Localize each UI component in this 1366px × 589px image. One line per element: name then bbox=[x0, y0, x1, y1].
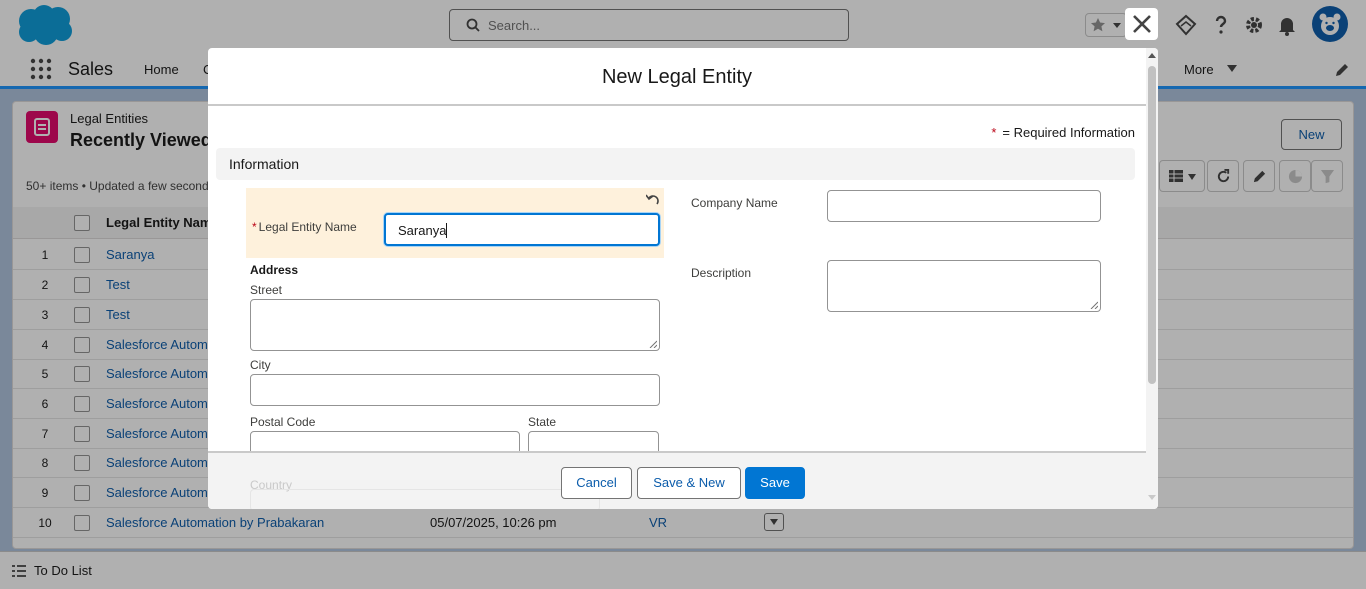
undo-icon[interactable] bbox=[646, 192, 660, 206]
postal-code-label: Postal Code bbox=[250, 415, 316, 429]
scrollbar-thumb[interactable] bbox=[1148, 66, 1156, 384]
resize-grip-icon[interactable] bbox=[649, 340, 657, 348]
description-label: Description bbox=[691, 266, 752, 280]
country-input bbox=[250, 489, 600, 509]
close-icon bbox=[1133, 15, 1151, 33]
modal-scrollbar[interactable] bbox=[1146, 48, 1158, 509]
scroll-up-arrow-icon[interactable] bbox=[1148, 52, 1156, 60]
cancel-button[interactable]: Cancel bbox=[561, 467, 632, 499]
save-and-new-button[interactable]: Save & New bbox=[637, 467, 741, 499]
legal-entity-name-label: * Legal Entity Name bbox=[252, 220, 357, 234]
company-name-label: Company Name bbox=[691, 196, 778, 210]
new-legal-entity-modal: New Legal Entity * = Required Information… bbox=[208, 48, 1158, 509]
state-label: State bbox=[528, 415, 557, 429]
street-label: Street bbox=[250, 283, 283, 297]
resize-grip-icon[interactable] bbox=[1090, 301, 1098, 309]
close-modal-button[interactable] bbox=[1125, 8, 1158, 40]
legal-entity-name-field: * Legal Entity Name Saranya bbox=[246, 188, 664, 258]
address-group-title: Address bbox=[250, 263, 299, 277]
required-star: * bbox=[991, 125, 997, 140]
legal-entity-name-value: Saranya bbox=[398, 223, 448, 238]
city-label: City bbox=[250, 358, 271, 372]
section-information[interactable]: Information bbox=[216, 148, 1135, 180]
modal-header: New Legal Entity bbox=[208, 48, 1146, 106]
required-information-text: = Required Information bbox=[1002, 125, 1135, 140]
text-caret bbox=[446, 223, 448, 238]
save-button[interactable]: Save bbox=[745, 467, 805, 499]
city-input[interactable] bbox=[250, 374, 660, 406]
required-information-note: * = Required Information bbox=[991, 125, 1135, 140]
modal-footer: Country Cancel Save & New Save bbox=[208, 451, 1146, 509]
modal-title: New Legal Entity bbox=[601, 66, 753, 88]
scroll-down-arrow-icon[interactable] bbox=[1148, 493, 1156, 501]
street-textarea[interactable] bbox=[250, 299, 660, 351]
section-title: Information bbox=[229, 156, 300, 172]
company-name-input[interactable] bbox=[827, 190, 1101, 222]
legal-entity-name-input[interactable]: Saranya bbox=[384, 213, 660, 246]
description-textarea[interactable] bbox=[827, 260, 1101, 312]
